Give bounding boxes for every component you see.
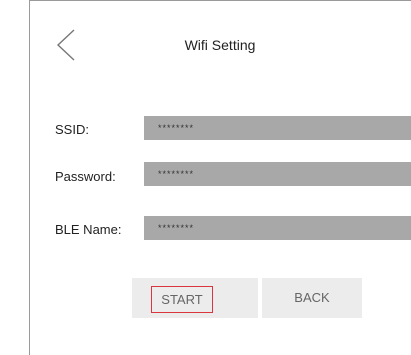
ble-name-input[interactable] xyxy=(144,216,411,240)
start-button[interactable]: START xyxy=(132,278,258,318)
back-button[interactable]: BACK xyxy=(262,278,362,318)
password-label: Password: xyxy=(55,169,116,184)
page-title: Wifi Setting xyxy=(184,37,256,53)
password-input[interactable] xyxy=(144,162,411,186)
chevron-left-icon[interactable] xyxy=(55,28,77,62)
ssid-input[interactable] xyxy=(144,116,411,140)
ssid-label: SSID: xyxy=(55,122,89,137)
start-button-label: START xyxy=(151,286,213,313)
ble-name-label: BLE Name: xyxy=(55,222,122,237)
